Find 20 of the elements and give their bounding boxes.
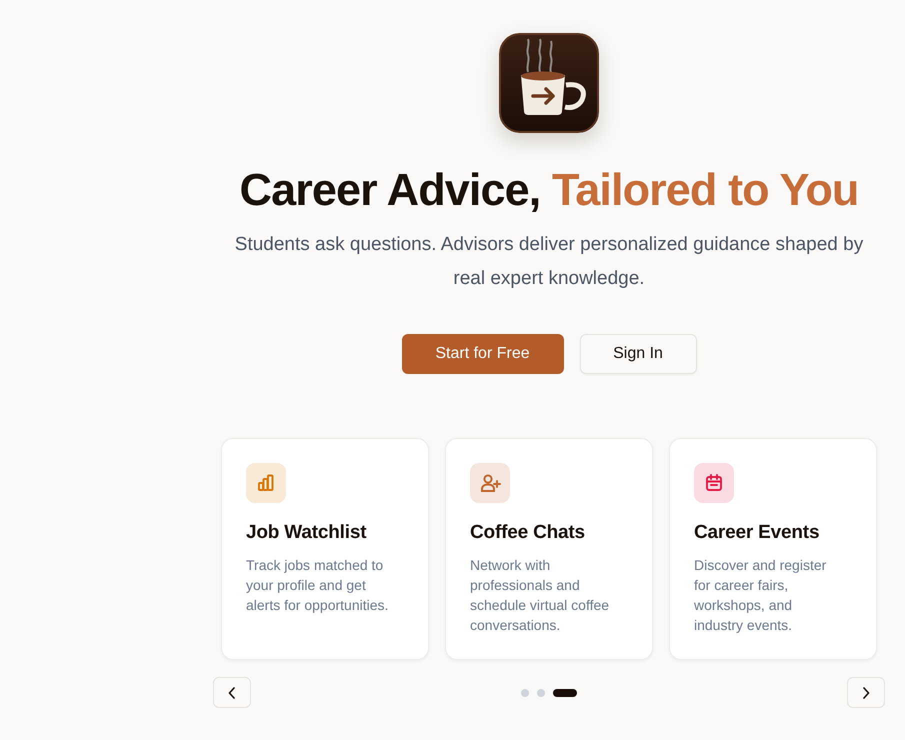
feature-description: Network with professionals and schedule virtual coffee conversations. — [470, 556, 610, 635]
carousel-dot[interactable] — [521, 688, 529, 696]
chevron-left-icon — [228, 686, 236, 698]
carousel-dot[interactable] — [537, 688, 545, 696]
feature-description: Discover and register for career fairs, workshops, and industry events. — [694, 556, 828, 635]
coffee-cup-logo-icon — [499, 33, 599, 133]
chevron-right-icon — [862, 686, 870, 698]
next-button[interactable] — [847, 677, 885, 708]
feature-title: Job Watchlist — [246, 521, 368, 545]
calendar-icon — [694, 463, 734, 503]
user-plus-icon — [470, 463, 510, 503]
hero-headline: Career Advice, Tailored to You — [239, 164, 859, 216]
previous-button[interactable] — [213, 677, 251, 708]
hero-subtitle: Students ask questions. Advisors deliver personalized guidance shaped by real expert knowledge. — [234, 233, 864, 291]
feature-title: Career Events — [694, 521, 820, 545]
start-button[interactable]: Start for Free — [402, 334, 564, 374]
sign-in-button[interactable]: Sign In — [580, 334, 696, 374]
bar-chart-icon — [246, 463, 286, 503]
feature-title: Coffee Chats — [470, 521, 586, 545]
feature-description: Track jobs matched to your profile and get alerts for opportunities. — [246, 556, 390, 615]
